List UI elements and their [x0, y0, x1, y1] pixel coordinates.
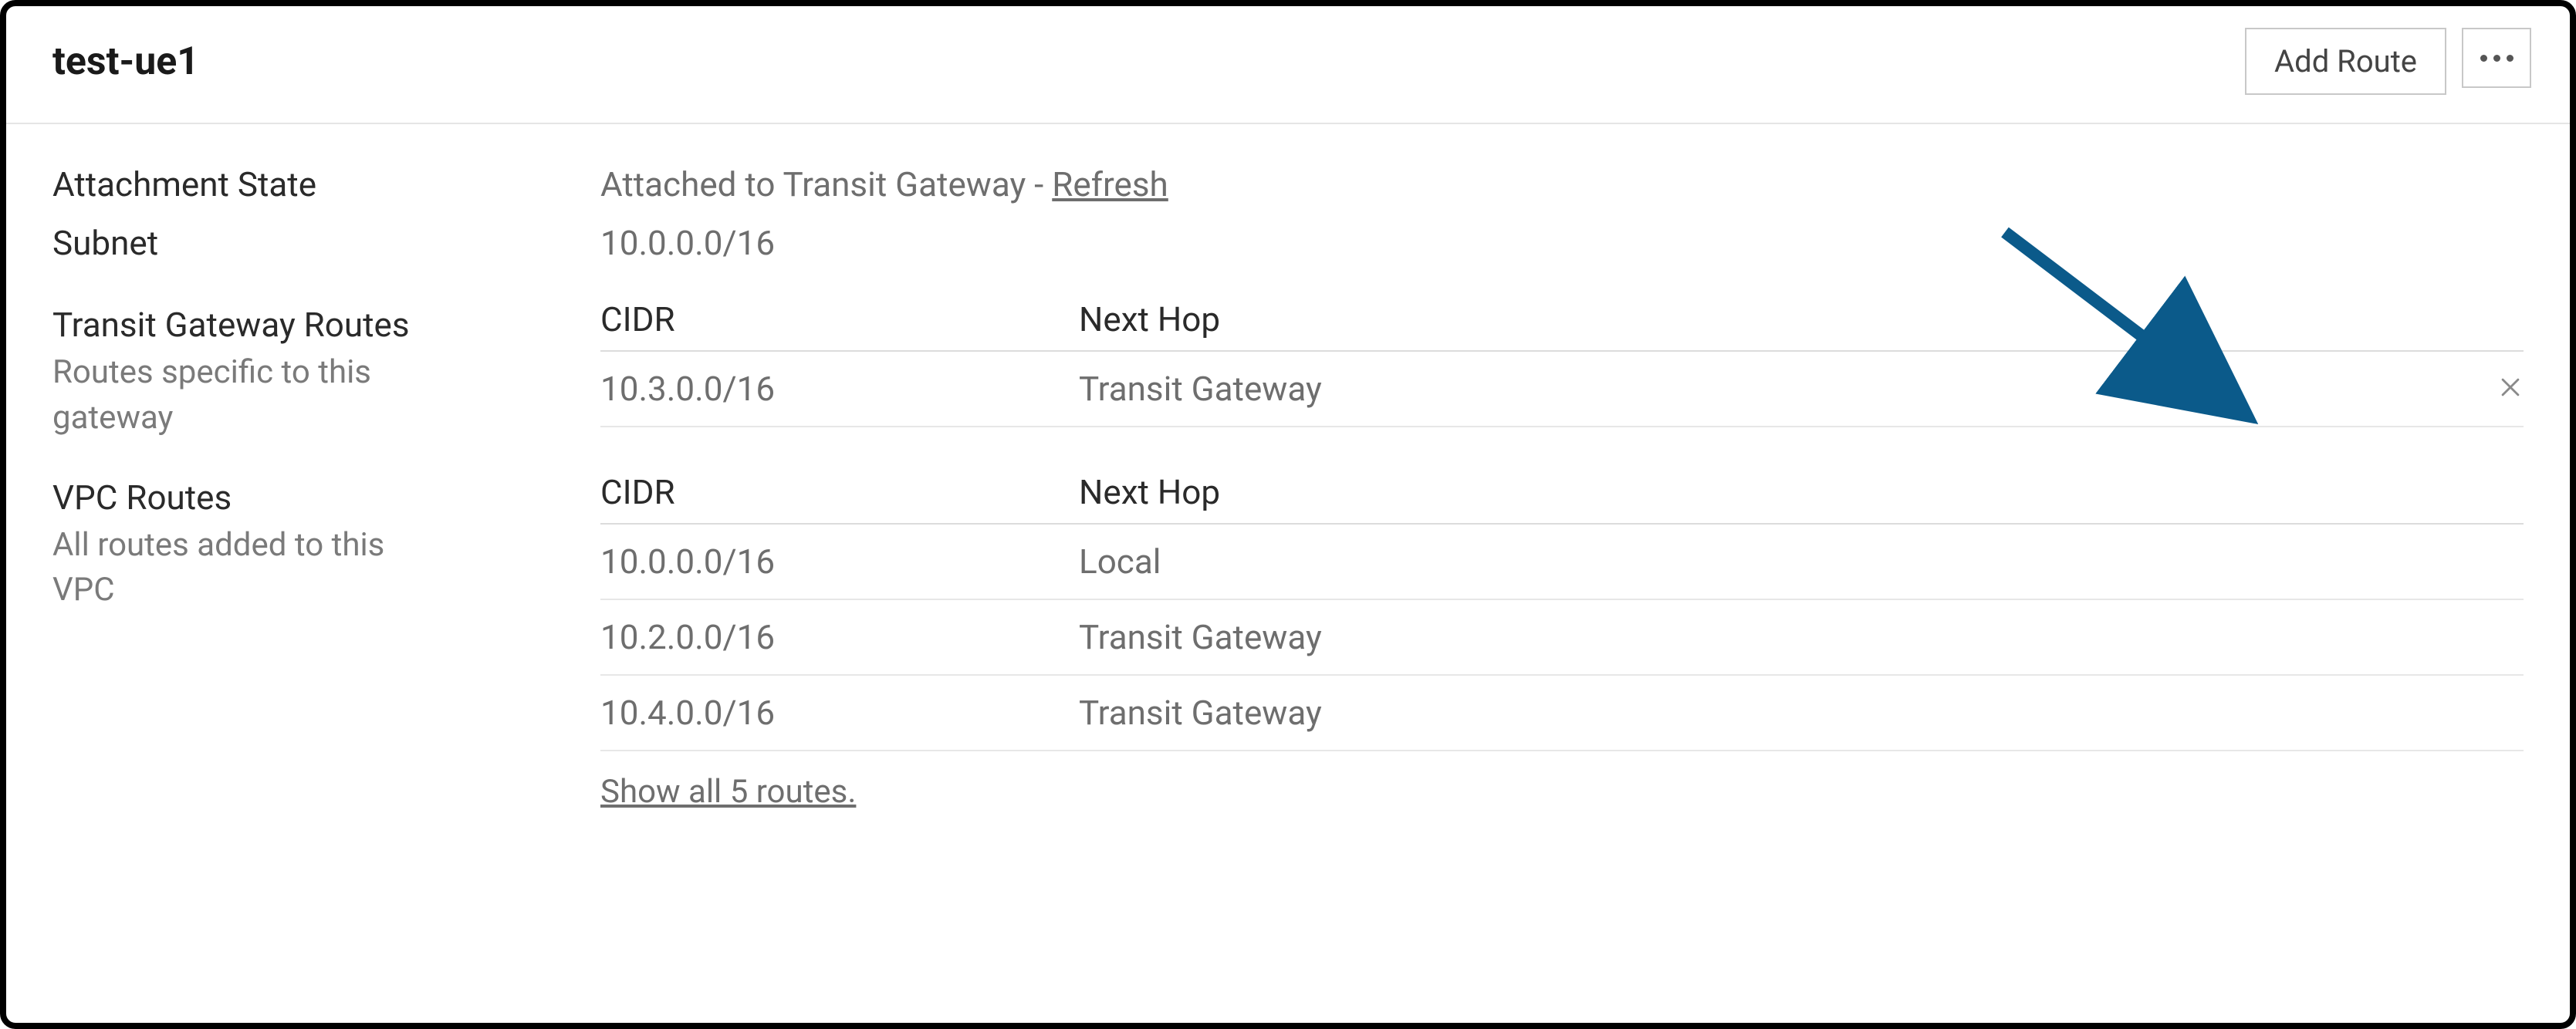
vpc-routes-section: VPC Routes All routes added to this VPC …	[52, 472, 2524, 818]
attachment-state-row: Attachment State Attached to Transit Gat…	[52, 159, 2524, 210]
vpc-nexthop-cell: Transit Gateway	[1079, 693, 2462, 733]
show-all-routes-link[interactable]: Show all 5 routes.	[600, 751, 856, 818]
header-actions: Add Route	[2245, 28, 2531, 95]
subnet-label: Subnet	[52, 218, 600, 268]
vpc-cidr-cell: 10.0.0.0/16	[600, 541, 1079, 582]
tgw-th-nexthop: Next Hop	[1079, 299, 2462, 339]
tgw-routes-section: Transit Gateway Routes Routes specific t…	[52, 299, 2524, 441]
table-row: 10.2.0.0/16 Transit Gateway	[600, 600, 2524, 676]
vpc-th-cidr: CIDR	[600, 472, 1079, 512]
attachment-state-label: Attachment State	[52, 159, 600, 210]
tgw-routes-label: Transit Gateway Routes	[52, 299, 600, 350]
tgw-routes-sublabel: Routes specific to this gateway	[52, 350, 454, 441]
ellipsis-icon	[2480, 55, 2513, 62]
panel-title: test-ue1	[52, 39, 199, 84]
close-icon	[2497, 374, 2524, 400]
vpc-nexthop-cell: Local	[1079, 541, 2462, 582]
vpc-nexthop-cell: Transit Gateway	[1079, 617, 2462, 657]
tgw-th-cidr: CIDR	[600, 299, 1079, 339]
more-menu-button[interactable]	[2462, 28, 2531, 88]
table-row: 10.3.0.0/16 Transit Gateway	[600, 352, 2524, 427]
tgw-cidr-cell: 10.3.0.0/16	[600, 369, 1079, 409]
panel-frame: test-ue1 Add Route Attachment State Atta…	[0, 0, 2576, 1029]
attachment-state-value: Attached to Transit Gateway -	[600, 164, 1052, 204]
panel-header: test-ue1 Add Route	[6, 6, 2570, 124]
vpc-cidr-cell: 10.2.0.0/16	[600, 617, 1079, 657]
vpc-routes-label: VPC Routes	[52, 472, 600, 523]
table-row: 10.4.0.0/16 Transit Gateway	[600, 676, 2524, 751]
panel-body: Attachment State Attached to Transit Gat…	[6, 124, 2570, 842]
subnet-value: 10.0.0.0/16	[600, 218, 2524, 268]
tgw-routes-table: CIDR Next Hop 10.3.0.0/16 Transit Gatewa…	[600, 299, 2524, 427]
vpc-routes-table: CIDR Next Hop 10.0.0.0/16 Local 10.2.0.0…	[600, 472, 2524, 818]
refresh-link[interactable]: Refresh	[1052, 164, 1168, 204]
subnet-row: Subnet 10.0.0.0/16	[52, 218, 2524, 268]
tgw-nexthop-cell: Transit Gateway	[1079, 369, 2462, 409]
table-row: 10.0.0.0/16 Local	[600, 525, 2524, 600]
vpc-routes-sublabel: All routes added to this VPC	[52, 523, 454, 614]
add-route-button[interactable]: Add Route	[2245, 28, 2446, 95]
remove-route-button[interactable]	[2497, 374, 2524, 400]
tgw-routes-table-head: CIDR Next Hop	[600, 299, 2524, 352]
vpc-routes-table-head: CIDR Next Hop	[600, 472, 2524, 525]
vpc-th-nexthop: Next Hop	[1079, 472, 2462, 512]
vpc-cidr-cell: 10.4.0.0/16	[600, 693, 1079, 733]
